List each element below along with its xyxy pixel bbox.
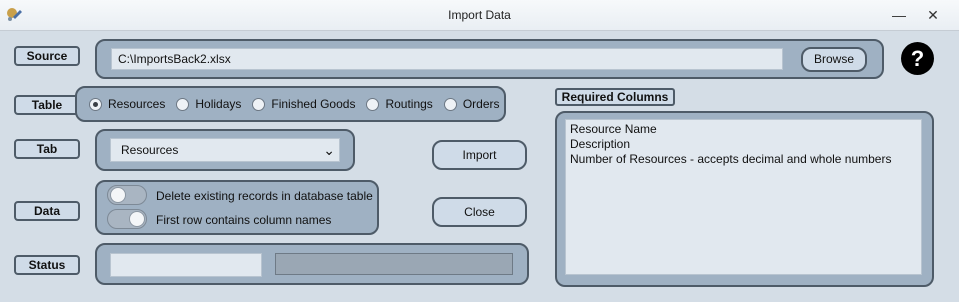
radio-selected-icon xyxy=(89,97,102,111)
radio-label: Routings xyxy=(385,97,433,111)
required-column-item: Description xyxy=(570,137,631,151)
table-label: Table xyxy=(14,95,80,115)
table-radio-group: Resources Holidays Finished Goods Routin… xyxy=(89,94,511,114)
toggle-knob xyxy=(110,187,126,203)
tab-select-value: Resources xyxy=(121,143,179,157)
help-icon[interactable]: ? xyxy=(901,42,934,75)
required-columns-title: Required Columns xyxy=(555,88,675,106)
chevron-down-icon: ⌄ xyxy=(323,142,335,158)
required-columns-list: Resource Name Description Number of Reso… xyxy=(565,119,922,275)
minimize-button[interactable]: — xyxy=(886,5,912,25)
required-column-item: Number of Resources - accepts decimal an… xyxy=(570,152,892,166)
status-label: Status xyxy=(14,255,80,275)
radio-unselected-icon xyxy=(176,97,190,111)
radio-holidays[interactable]: Holidays xyxy=(176,97,241,111)
delete-existing-toggle[interactable] xyxy=(107,185,147,205)
radio-unselected-icon xyxy=(252,97,266,111)
radio-finished-goods[interactable]: Finished Goods xyxy=(252,97,355,111)
title-bar: Import Data — ✕ xyxy=(0,0,959,31)
radio-unselected-icon xyxy=(443,97,457,111)
tab-label: Tab xyxy=(14,139,80,159)
close-button[interactable]: Close xyxy=(432,197,527,227)
radio-orders[interactable]: Orders xyxy=(443,97,500,111)
import-button[interactable]: Import xyxy=(432,140,527,170)
status-text-field xyxy=(110,253,262,277)
window-title: Import Data xyxy=(448,8,511,22)
browse-button[interactable]: Browse xyxy=(801,47,867,72)
radio-label: Finished Goods xyxy=(271,97,356,111)
first-row-headers-toggle[interactable] xyxy=(107,209,147,229)
import-progress-bar xyxy=(275,253,513,275)
radio-label: Resources xyxy=(108,97,166,111)
tab-select[interactable]: Resources ⌄ xyxy=(110,138,340,162)
data-label: Data xyxy=(14,201,80,221)
delete-existing-label: Delete existing records in database tabl… xyxy=(156,189,373,203)
required-column-item: Resource Name xyxy=(570,122,657,136)
radio-label: Orders xyxy=(462,97,500,111)
source-path-field[interactable]: C:\ImportsBack2.xlsx xyxy=(111,48,783,70)
toggle-knob xyxy=(129,211,145,227)
radio-routings[interactable]: Routings xyxy=(366,97,433,111)
radio-unselected-icon xyxy=(366,97,380,111)
radio-resources[interactable]: Resources xyxy=(89,97,165,111)
source-label: Source xyxy=(14,46,80,66)
close-window-button[interactable]: ✕ xyxy=(920,5,946,25)
radio-label: Holidays xyxy=(195,97,242,111)
first-row-headers-label: First row contains column names xyxy=(156,213,332,227)
